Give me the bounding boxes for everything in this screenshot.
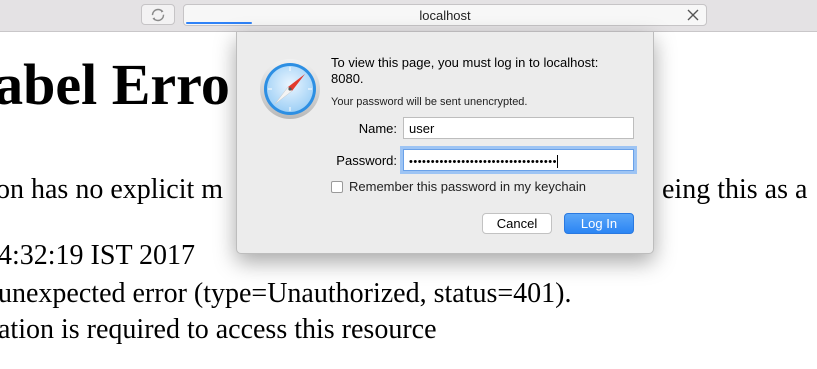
reload-button[interactable]	[141, 4, 175, 25]
name-label: Name:	[358, 121, 397, 136]
page-timestamp: 4:32:19 IST 2017	[0, 240, 196, 271]
page-error-line: unexpected error (type=Unauthorized, sta…	[0, 278, 572, 309]
login-dialog: To view this page, you must log in to lo…	[236, 32, 654, 254]
safari-compass-icon	[260, 59, 320, 119]
dialog-subtext: Your password will be sent unencrypted.	[331, 96, 528, 108]
page-text-line-1-right: eing this as a	[662, 174, 808, 205]
page-heading: label Erro	[0, 52, 230, 117]
text-caret	[556, 155, 558, 169]
address-text: localhost	[419, 8, 471, 23]
page-message-line: ation is required to access this resourc…	[0, 314, 437, 345]
password-field[interactable]: ••••••••••••••••••••••••••••••••••	[403, 149, 634, 171]
reload-icon	[151, 8, 165, 21]
remember-password-checkbox[interactable]	[331, 180, 343, 193]
password-label: Password:	[336, 153, 397, 168]
password-field-value: ••••••••••••••••••••••••••••••••••	[409, 156, 557, 168]
browser-toolbar: localhost	[0, 0, 817, 32]
login-button[interactable]: Log In	[564, 213, 634, 234]
stop-loading-icon[interactable]	[686, 8, 700, 22]
name-field[interactable]: user	[403, 117, 634, 139]
cancel-button[interactable]: Cancel	[482, 213, 552, 234]
name-field-value: user	[409, 121, 435, 136]
address-bar[interactable]: localhost	[183, 4, 707, 26]
page-text-line-1: on has no explicit m	[0, 174, 224, 205]
dialog-message: To view this page, you must log in to lo…	[331, 55, 599, 86]
remember-password-row[interactable]: Remember this password in my keychain	[331, 179, 586, 194]
remember-password-label: Remember this password in my keychain	[349, 179, 586, 194]
loading-progress-bar	[186, 22, 252, 24]
